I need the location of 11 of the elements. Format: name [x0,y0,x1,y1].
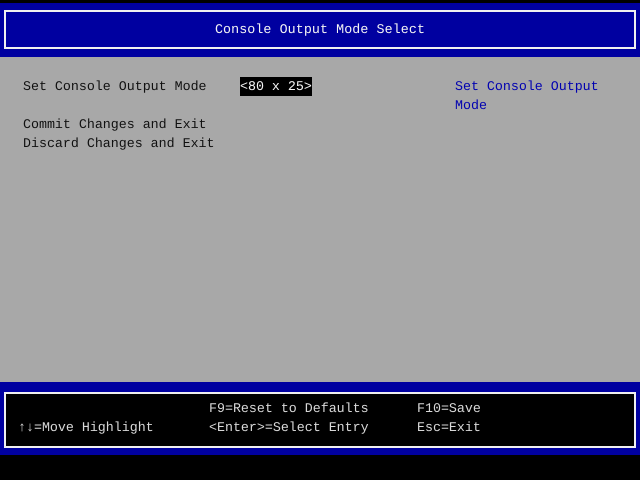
key-hint: Esc=Exit [417,419,481,437]
key-hint: F10=Save [417,400,481,418]
menu-action[interactable]: Discard Changes and Exit [23,134,215,153]
setting-label: Set Console Output Mode [23,78,207,96]
key-hint: F9=Reset to Defaults [209,400,369,418]
help-text: Set Console Output Mode [455,78,600,115]
menu-action[interactable]: Commit Changes and Exit [23,115,207,134]
key-hint: ↑↓=Move Highlight [18,419,154,437]
screen-title: Console Output Mode Select [214,22,426,37]
setting-value[interactable]: <80 x 25> [240,77,312,96]
key-hint: <Enter>=Select Entry [209,419,369,437]
